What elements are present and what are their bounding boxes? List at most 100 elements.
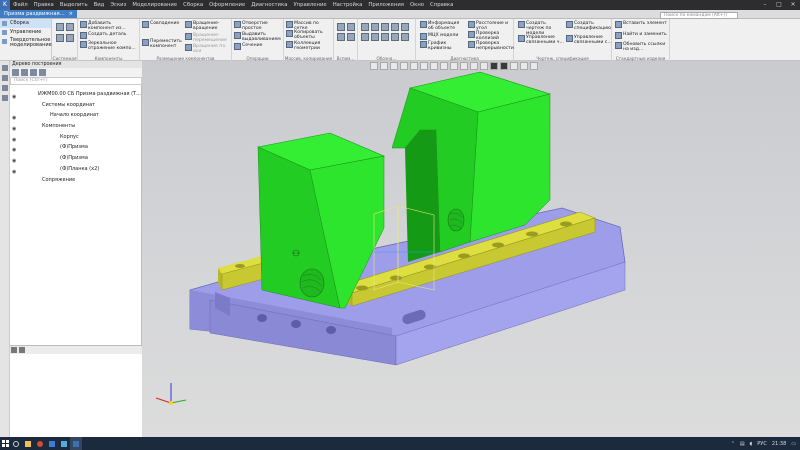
create-specification-button[interactable]: Создать спецификацию — [566, 21, 612, 31]
maximize-icon[interactable]: □ — [772, 0, 786, 10]
new-icon[interactable] — [56, 23, 64, 31]
plane-icon[interactable] — [337, 23, 345, 31]
create-drawing-button[interactable]: Создать чертеж по модели — [518, 21, 564, 36]
network-icon[interactable]: ▤ — [740, 441, 745, 447]
tree-row-mates[interactable]: Сопряжение — [10, 175, 142, 186]
dimension-icon[interactable] — [361, 23, 369, 31]
continuity-check-button[interactable]: Проверка непрерывности — [468, 41, 514, 51]
update-links-button[interactable]: Обновить ссылки на изд... — [615, 42, 669, 52]
minimize-icon[interactable]: – — [758, 0, 772, 10]
copy-objects-button[interactable]: Копировать объекты — [286, 30, 332, 40]
clock[interactable]: 21:38 — [772, 441, 786, 447]
structure-icon[interactable] — [21, 69, 28, 76]
line-icon[interactable] — [347, 33, 355, 41]
tree-row-coordinate-systems[interactable]: Системы координат — [10, 100, 142, 111]
base-icon[interactable] — [401, 33, 409, 41]
volume-icon[interactable]: ◖ — [750, 441, 753, 447]
mode-assembly[interactable]: Сборка — [0, 19, 51, 28]
linked-drawings-button[interactable]: Управление связанными ч... — [518, 35, 564, 45]
taskbar-app-icon[interactable] — [58, 437, 70, 450]
grid-view-icon[interactable] — [11, 347, 17, 353]
tab-document[interactable]: Призма раздвижная... × — [0, 10, 77, 18]
order-icon[interactable] — [30, 69, 37, 76]
diameter-icon[interactable] — [381, 33, 389, 41]
close-icon[interactable]: ✕ — [786, 0, 800, 10]
coincidence-button[interactable]: Совпадение — [142, 21, 184, 28]
save-icon[interactable] — [66, 23, 74, 31]
point-icon[interactable] — [337, 33, 345, 41]
filter-icon[interactable] — [12, 69, 19, 76]
curvature-graph-button[interactable]: График кривизны — [420, 41, 466, 51]
menu-apps[interactable]: Приложения — [365, 0, 407, 10]
taskbar-mail-icon[interactable] — [46, 437, 58, 450]
model-viewport[interactable] — [142, 61, 800, 437]
view-icon[interactable] — [39, 69, 46, 76]
rotation-rotation-button[interactable]: Вращение-вращение — [185, 21, 231, 31]
taskbar-browser-icon[interactable] — [34, 437, 46, 450]
tree-row-prism-1[interactable]: ◉ (Ф)Призма — [10, 142, 142, 153]
tree-row-body[interactable]: ◉ Корпус — [10, 132, 142, 143]
taskbar-kompas-icon[interactable] — [70, 437, 82, 450]
properties-panel-icon[interactable] — [2, 85, 8, 91]
insert-element-button[interactable]: Вставить элемент — [615, 21, 669, 28]
tree-search-input[interactable]: Поиск (Ctrl+F) — [10, 77, 142, 85]
tree-row-plate[interactable]: ◉ (Ф)Планка (x2) — [10, 164, 142, 175]
menu-edit[interactable]: Правка — [31, 0, 57, 10]
distance-angle-button[interactable]: Расстояние и угол — [468, 21, 514, 31]
linked-specs-button[interactable]: Управление связанными с... — [566, 35, 612, 45]
taskbar-explorer-icon[interactable] — [22, 437, 34, 450]
tree-icon[interactable] — [2, 65, 8, 71]
taskbar-search-icon[interactable] — [10, 437, 22, 450]
list-view-icon[interactable] — [19, 347, 25, 353]
mirror-component-button[interactable]: Зеркальное отражение компо... — [80, 41, 138, 51]
mode-solid[interactable]: Твердотельное моделирование — [0, 37, 52, 49]
tree-row-components[interactable]: ◉ Компоненты — [10, 121, 142, 132]
start-button[interactable] — [0, 437, 10, 450]
tolerance-icon[interactable] — [391, 23, 399, 31]
undo-icon[interactable] — [66, 34, 74, 42]
collision-check-button[interactable]: Проверка коллизий — [468, 31, 514, 41]
language-indicator[interactable]: РУС — [757, 441, 767, 447]
thread-icon[interactable] — [391, 33, 399, 41]
menu-diagnostics[interactable]: Диагностика — [248, 0, 290, 10]
menu-settings[interactable]: Настройка — [330, 0, 366, 10]
rotation-axis-button[interactable]: Вращение по оси — [185, 44, 231, 54]
angle-icon[interactable] — [361, 33, 369, 41]
menu-icon[interactable] — [2, 95, 8, 101]
layers-icon[interactable] — [2, 75, 8, 81]
menu-drawing[interactable]: Оформление — [206, 0, 248, 10]
move-component-button[interactable]: Переместить компонент — [142, 39, 184, 49]
menu-sketch[interactable]: Эскиз — [107, 0, 129, 10]
mode-manage[interactable]: Управление — [0, 28, 51, 37]
axis-icon[interactable] — [347, 23, 355, 31]
menu-view[interactable]: Вид — [91, 0, 108, 10]
radius-icon[interactable] — [371, 33, 379, 41]
menu-window[interactable]: Окно — [407, 0, 427, 10]
geometry-collection-button[interactable]: Коллекция геометрии — [286, 41, 332, 51]
menu-select[interactable]: Выделить — [57, 0, 91, 10]
mass-properties-button[interactable]: МЦХ модели — [420, 33, 466, 40]
command-search-input[interactable]: Поиск по командам (Alt+/) — [660, 12, 738, 19]
find-replace-button[interactable]: Найти и заменить — [615, 32, 669, 39]
tree-row-origin[interactable]: ◉ Начало координат — [10, 110, 142, 121]
rotation-move-button[interactable]: Вращение-перемещение — [185, 33, 231, 43]
menu-help[interactable]: Справка — [427, 0, 456, 10]
tray-arrow-icon[interactable]: ⌃ — [731, 441, 735, 447]
properties-icon[interactable] — [56, 34, 64, 42]
leader-icon[interactable] — [371, 23, 379, 31]
menu-manage[interactable]: Управление — [290, 0, 329, 10]
menu-modeling[interactable]: Моделирование — [129, 0, 180, 10]
roughness-icon[interactable] — [381, 23, 389, 31]
menu-assembly[interactable]: Сборка — [180, 0, 206, 10]
menu-file[interactable]: Файл — [10, 0, 31, 10]
object-info-button[interactable]: Информация об объекте — [420, 21, 466, 31]
tree-row-assembly[interactable]: ◉ ИЖМ00.00 СБ Призма раздвижная (Т... — [10, 89, 142, 100]
tree-row-prism-2[interactable]: ◉ (Ф)Призма — [10, 153, 142, 164]
section-button[interactable]: Сечение — [234, 43, 282, 50]
tab-close-icon[interactable]: × — [69, 10, 73, 18]
create-part-button[interactable]: Создать деталь — [80, 32, 138, 39]
text-icon[interactable] — [401, 23, 409, 31]
extrude-button[interactable]: Выдавить выдавливанием — [234, 32, 282, 42]
add-component-button[interactable]: Добавить компонент из... — [80, 21, 138, 31]
notifications-icon[interactable]: ▭ — [791, 441, 796, 447]
